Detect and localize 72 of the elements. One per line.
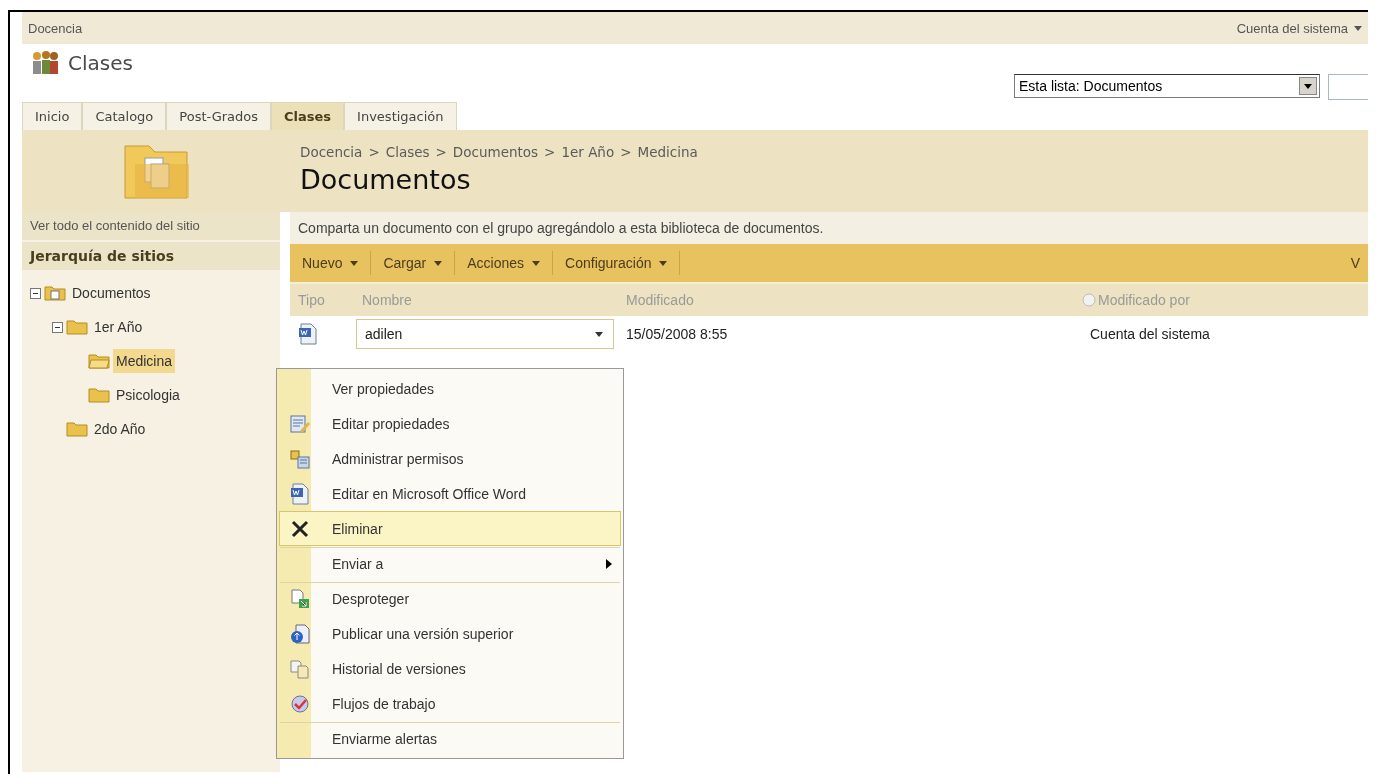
menu-item[interactable]: Enviarme alertas [279,721,621,756]
menu-item[interactable]: Editar en Microsoft Office Word [279,476,621,511]
breadcrumb-link[interactable]: 1er Año [561,144,615,160]
folder-icon [66,319,88,335]
caret-icon [532,260,541,266]
caret-icon [595,331,603,337]
site-link[interactable]: Docencia [28,20,83,36]
site-title: Clases [68,51,133,75]
menu-item[interactable]: Publicar una versión superior [279,616,621,651]
menu-item[interactable]: Historial de versiones [279,651,621,686]
menu-item[interactable]: Desproteger [279,581,621,616]
toolbar-menu[interactable]: V [1350,255,1360,271]
delete-icon [291,519,309,538]
library-description: Comparta un documento con el grupo agregándolo a esta biblioteca de documentos. [290,212,1368,244]
menu-item[interactable]: Administrar permisos [279,441,621,476]
library-icon [44,285,66,301]
nav-tab[interactable]: Investigación [344,102,457,130]
radio-icon [1082,293,1096,307]
publish-icon [290,623,310,644]
document-name-dropdown[interactable]: adilen [356,319,614,349]
documents-icon [290,658,310,679]
word-document-icon [290,482,310,505]
breadcrumb-separator: > [544,144,556,160]
sidebar-heading: Jerarquía de sitios [22,242,280,270]
caret-icon [434,260,443,266]
breadcrumb-link[interactable]: Clases [385,144,430,160]
table-cell-text: 15/05/2008 8:55 [626,326,729,342]
breadcrumb-separator: > [368,144,380,160]
toolbar-menu[interactable]: Nuevo [298,251,372,275]
collapse-icon[interactable] [30,287,41,299]
breadcrumb-link[interactable]: Documentos [452,144,539,160]
caret-icon [1354,25,1362,31]
tree-item[interactable]: Medicina [113,349,176,373]
folder-icon [88,387,110,403]
nav-tab[interactable]: Catalogo [82,102,167,130]
toolbar-menu[interactable]: Configuración [561,251,681,275]
breadcrumb-separator: > [620,144,632,160]
view-all-content-link[interactable]: Ver todo el contenido del sitio [22,212,280,242]
toolbar-menu[interactable]: Acciones [463,251,554,275]
tree-item[interactable]: 2do Año [91,417,149,441]
breadcrumb-link[interactable]: Medicina [637,144,698,160]
submenu-arrow-icon [606,558,612,569]
collapse-icon[interactable] [52,321,63,333]
menu-item[interactable]: Ver propiedades [279,371,621,406]
toolbar-menu[interactable]: Cargar [379,251,456,275]
search-scope-dropdown[interactable]: Esta lista: Documentos [1014,74,1320,98]
caret-icon [350,260,359,266]
table-cell-text: Cuenta del sistema [1090,326,1211,342]
breadcrumb-link[interactable]: Docencia [300,144,363,160]
breadcrumb-separator: > [435,144,447,160]
folder-icon [88,353,110,369]
menu-item[interactable]: Eliminar [279,511,621,546]
document-arrow-icon [290,588,310,609]
menu-item[interactable]: Enviar a [279,546,621,581]
search-field[interactable] [1328,74,1368,100]
workflow-check-icon [290,693,310,714]
menu-item[interactable]: Flujos de trabajo [279,686,621,721]
menu-item[interactable]: Editar propiedades [279,406,621,441]
tree-item[interactable]: Documentos [69,281,154,305]
page-title: Documentos [300,164,472,195]
word-document-icon [298,323,318,345]
tree-item[interactable]: 1er Año [91,315,146,339]
people-icon [30,50,60,76]
user-menu[interactable]: Cuenta del sistema [1236,20,1348,36]
nav-tab[interactable]: Inicio [22,102,83,130]
folder-icon [66,421,88,437]
nav-tab[interactable]: Post-Grados [166,102,272,130]
edit-form-icon [290,413,310,434]
caret-icon [1304,83,1312,89]
tree-item[interactable]: Psicologia [113,383,183,407]
nav-tab[interactable]: Clases [271,102,345,130]
caret-icon [659,260,668,266]
